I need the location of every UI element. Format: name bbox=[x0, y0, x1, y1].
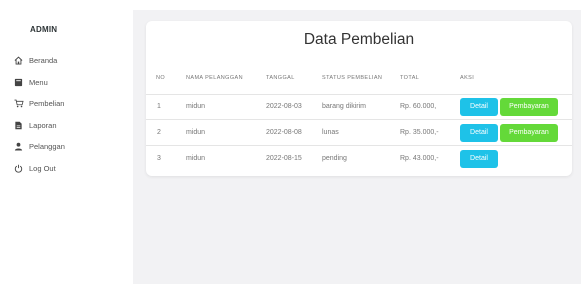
cart-icon bbox=[14, 99, 28, 108]
table-row: 1 midun 2022-08-03 barang dikirim Rp. 60… bbox=[146, 94, 572, 120]
cell-total: Rp. 60.000, bbox=[400, 103, 437, 110]
column-header-status: STATUS PEMBELIAN bbox=[322, 75, 383, 81]
page-title: Data Pembelian bbox=[303, 31, 415, 48]
sidebar-item-laporan[interactable]: Laporan bbox=[14, 115, 65, 137]
detail-button[interactable]: Detail bbox=[460, 149, 498, 168]
cell-no: 1 bbox=[157, 103, 161, 110]
content-area: Data Pembelian NO NAMA PELANGGAN TANGGAL… bbox=[133, 10, 581, 284]
column-header-nama: NAMA PELANGGAN bbox=[186, 75, 243, 81]
sidebar-item-menu[interactable]: Menu bbox=[14, 72, 65, 94]
sidebar-item-label: Beranda bbox=[29, 56, 58, 66]
cell-tanggal: 2022-08-08 bbox=[266, 129, 302, 136]
table-row: 2 midun 2022-08-08 lunas Rp. 35.000,- De… bbox=[146, 120, 572, 146]
sidebar-item-pembelian[interactable]: Pembelian bbox=[14, 93, 65, 115]
sidebar-item-label: Laporan bbox=[29, 120, 57, 130]
brand-title: ADMIN bbox=[30, 25, 58, 34]
detail-button[interactable]: Detail bbox=[460, 123, 498, 142]
cell-total: Rp. 35.000,- bbox=[400, 129, 439, 136]
column-header-total: TOTAL bbox=[400, 75, 420, 81]
sidebar: ADMIN Beranda Menu Pembelian Laporan Pel… bbox=[0, 0, 133, 284]
user-icon bbox=[14, 142, 28, 151]
table-row: 3 midun 2022-08-15 pending Rp. 43.000,- … bbox=[146, 146, 572, 171]
column-header-tanggal: TANGGAL bbox=[266, 75, 295, 81]
cell-total: Rp. 43.000,- bbox=[400, 155, 439, 162]
sidebar-item-label: Pembelian bbox=[29, 99, 65, 109]
report-file-icon bbox=[14, 121, 28, 130]
cell-status: pending bbox=[322, 155, 347, 162]
sidebar-nav: Beranda Menu Pembelian Laporan Pelanggan bbox=[14, 50, 65, 179]
cell-status: barang dikirim bbox=[322, 103, 366, 110]
cell-no: 2 bbox=[157, 129, 161, 136]
pembayaran-button[interactable]: Pembayaran bbox=[500, 123, 558, 142]
home-icon bbox=[14, 56, 28, 65]
cell-tanggal: 2022-08-15 bbox=[266, 155, 302, 162]
menu-book-icon bbox=[14, 78, 28, 87]
column-header-no: NO bbox=[156, 75, 166, 81]
table-header: NO NAMA PELANGGAN TANGGAL STATUS PEMBELI… bbox=[146, 64, 572, 95]
sidebar-item-label: Pelanggan bbox=[29, 142, 65, 152]
cell-tanggal: 2022-08-03 bbox=[266, 103, 302, 110]
cell-nama: midun bbox=[186, 155, 206, 162]
sidebar-item-label: Log Out bbox=[29, 163, 56, 173]
detail-button[interactable]: Detail bbox=[460, 97, 498, 116]
sidebar-item-pelanggan[interactable]: Pelanggan bbox=[14, 136, 65, 158]
cell-nama: midun bbox=[186, 103, 206, 110]
power-icon bbox=[14, 164, 28, 173]
cell-status: lunas bbox=[322, 129, 339, 136]
sidebar-item-beranda[interactable]: Beranda bbox=[14, 50, 65, 72]
pembayaran-button[interactable]: Pembayaran bbox=[500, 97, 558, 116]
cell-no: 3 bbox=[157, 155, 161, 162]
cell-nama: midun bbox=[186, 129, 206, 136]
column-header-aksi: AKSI bbox=[460, 75, 475, 81]
sidebar-item-log-out[interactable]: Log Out bbox=[14, 158, 65, 180]
purchase-card: Data Pembelian NO NAMA PELANGGAN TANGGAL… bbox=[146, 21, 572, 176]
sidebar-item-label: Menu bbox=[29, 77, 48, 87]
